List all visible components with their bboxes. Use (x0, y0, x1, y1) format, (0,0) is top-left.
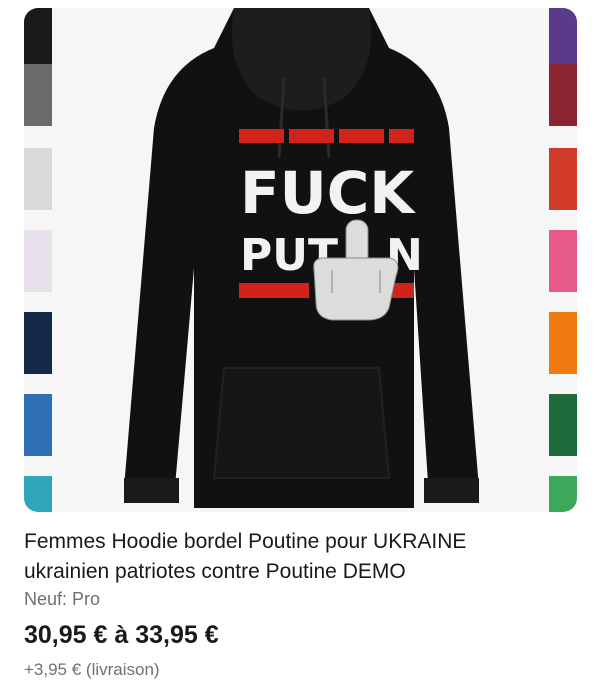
color-swatch-right-2[interactable] (549, 64, 577, 126)
cuff-right (424, 478, 479, 503)
color-swatch-left-3[interactable] (24, 148, 52, 210)
hoodie-pocket (212, 367, 391, 479)
listing-title[interactable]: Femmes Hoodie bordel Poutine pour UKRAIN… (24, 527, 584, 587)
print-stripe (289, 129, 334, 143)
print-text-fuck: FUCK (240, 159, 416, 227)
color-swatch-right-1[interactable] (549, 8, 577, 70)
color-swatch-right-4[interactable] (549, 230, 577, 292)
color-swatch-left-6[interactable] (24, 394, 52, 456)
color-swatch-left-2[interactable] (24, 64, 52, 126)
color-swatches-right (549, 8, 577, 512)
print-stripe (389, 129, 414, 143)
color-swatch-left-1[interactable] (24, 8, 52, 70)
color-swatches-left (24, 8, 52, 512)
color-swatch-right-7[interactable] (549, 476, 577, 512)
product-image[interactable]: FUCK PUT N (24, 8, 577, 512)
hoodie-illustration: FUCK PUT N (124, 8, 479, 508)
listing-title-line2: ukrainien patriotes contre Poutine DEMO (24, 560, 406, 583)
print-stripe (239, 283, 309, 298)
listing-title-line1: Femmes Hoodie bordel Poutine pour UKRAIN… (24, 530, 467, 553)
color-swatch-left-5[interactable] (24, 312, 52, 374)
print-stripe (239, 129, 284, 143)
color-swatch-right-5[interactable] (549, 312, 577, 374)
listing-condition: Neuf: Pro (24, 589, 101, 609)
color-swatch-right-3[interactable] (549, 148, 577, 210)
print-stripe (339, 129, 384, 143)
color-swatch-left-4[interactable] (24, 230, 52, 292)
listing-shipping: +3,95 € (livraison) (24, 660, 160, 679)
listing-price: 30,95 € à 33,95 € (24, 621, 219, 649)
cuff-left (124, 478, 179, 503)
color-swatch-left-7[interactable] (24, 476, 52, 512)
color-swatch-right-6[interactable] (549, 394, 577, 456)
